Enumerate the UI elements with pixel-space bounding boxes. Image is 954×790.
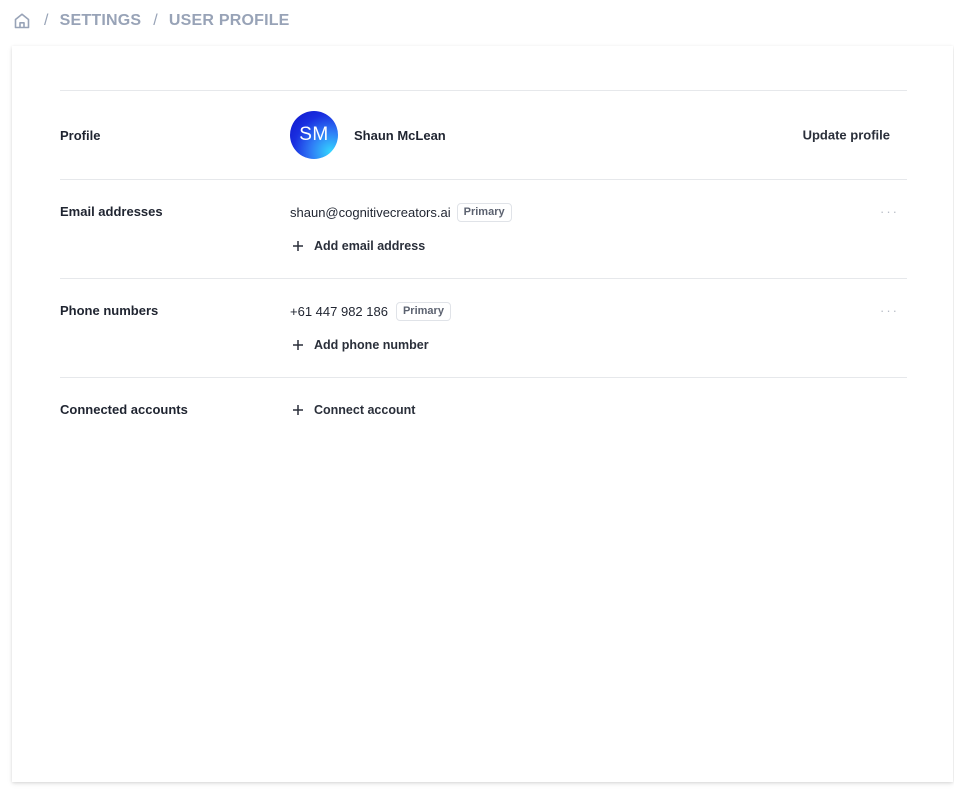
add-email-label: Add email address bbox=[314, 239, 426, 253]
phone-body: +61 447 982 186 Primary ··· Add phone nu… bbox=[290, 301, 907, 377]
plus-icon bbox=[290, 337, 306, 353]
email-label: Email addresses bbox=[60, 204, 163, 219]
phone-label: Phone numbers bbox=[60, 303, 159, 318]
avatar-initials: SM bbox=[299, 124, 329, 145]
email-section: Email addresses shaun@cognitivecreators.… bbox=[60, 179, 907, 278]
connect-account-label: Connect account bbox=[314, 403, 416, 417]
phone-item: +61 447 982 186 Primary bbox=[290, 301, 907, 321]
primary-badge: Primary bbox=[456, 202, 512, 222]
avatar: SM bbox=[290, 111, 338, 159]
update-profile-button[interactable]: Update profile bbox=[803, 128, 890, 143]
profile-label: Profile bbox=[60, 127, 101, 143]
add-phone-button[interactable]: Add phone number bbox=[290, 337, 907, 353]
profile-card: Profile SM Shaun McLean Update profile E… bbox=[12, 46, 953, 782]
email-address: shaun@cognitivecreators.ai bbox=[290, 204, 451, 220]
add-email-button[interactable]: Add email address bbox=[290, 238, 907, 254]
email-item: shaun@cognitivecreators.ai Primary bbox=[290, 202, 907, 222]
home-icon[interactable] bbox=[12, 11, 32, 31]
primary-badge: Primary bbox=[395, 301, 451, 321]
phone-section: Phone numbers +61 447 982 186 Primary ··… bbox=[60, 278, 907, 377]
email-body: shaun@cognitivecreators.ai Primary ··· A… bbox=[290, 202, 907, 278]
plus-icon bbox=[290, 238, 306, 254]
connected-accounts-label: Connected accounts bbox=[60, 402, 188, 417]
profile-name: Shaun McLean bbox=[354, 127, 446, 143]
breadcrumb: / SETTINGS / USER PROFILE bbox=[12, 9, 290, 33]
phone-number: +61 447 982 186 bbox=[290, 303, 388, 319]
email-more-menu-button[interactable]: ··· bbox=[880, 204, 899, 220]
breadcrumb-separator: / bbox=[44, 12, 49, 29]
breadcrumb-user-profile: USER PROFILE bbox=[168, 12, 290, 29]
phone-more-menu-button[interactable]: ··· bbox=[880, 303, 899, 319]
profile-body: SM Shaun McLean Update profile bbox=[290, 91, 907, 180]
connect-account-button[interactable]: Connect account bbox=[290, 402, 907, 418]
connected-accounts-body: Connect account bbox=[290, 402, 907, 437]
profile-sections: Profile SM Shaun McLean Update profile E… bbox=[60, 90, 907, 437]
breadcrumb-separator: / bbox=[153, 12, 158, 29]
connected-accounts-section: Connected accounts Connect account bbox=[60, 377, 907, 437]
add-phone-label: Add phone number bbox=[314, 338, 429, 352]
plus-icon bbox=[290, 402, 306, 418]
profile-section: Profile SM Shaun McLean Update profile bbox=[60, 90, 907, 179]
breadcrumb-settings[interactable]: SETTINGS bbox=[60, 12, 142, 30]
